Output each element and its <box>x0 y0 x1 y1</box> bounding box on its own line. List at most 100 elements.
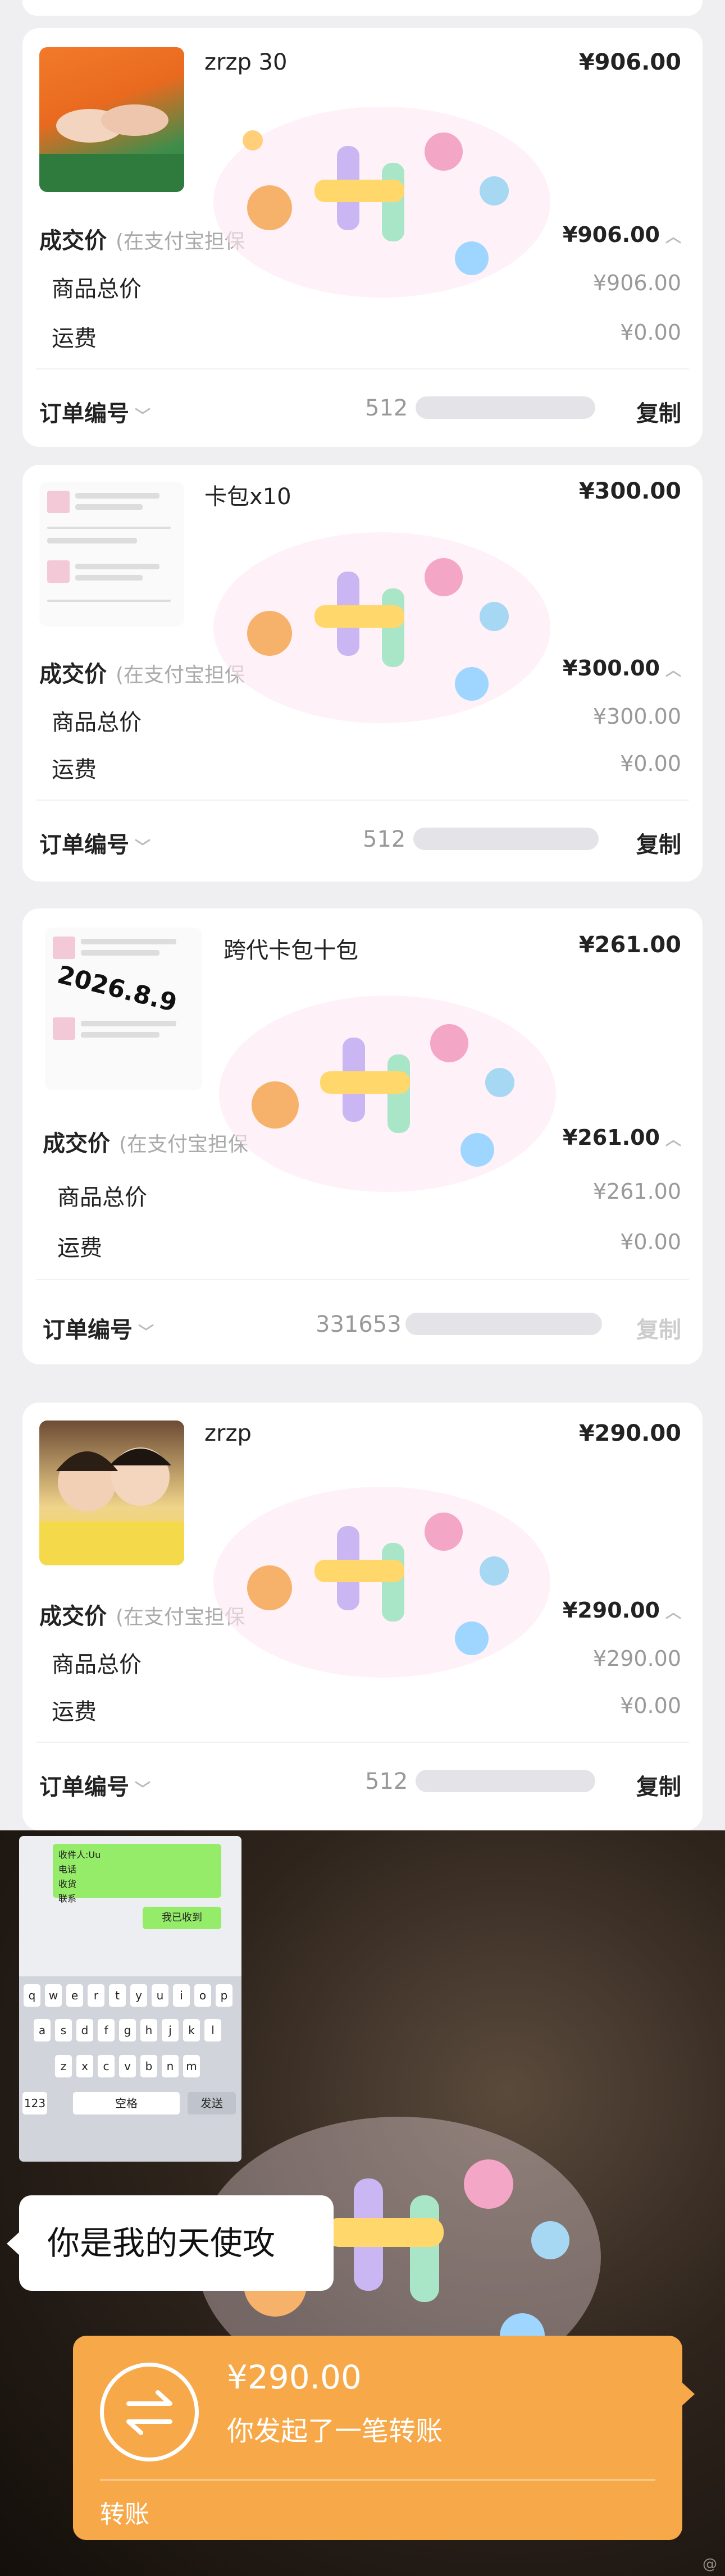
key-t[interactable]: t <box>109 1984 126 2007</box>
order-number-label[interactable]: 订单编号 ﹀ <box>39 1769 151 1801</box>
chevron-down-icon: ﹀ <box>135 1780 151 1798</box>
order-card: 2026.8.9 跨代卡包十包 ¥261.00 成交价 (在支付宝担保 ¥261.… <box>22 908 703 1364</box>
product-thumbnail[interactable] <box>39 1421 184 1565</box>
key-i[interactable]: i <box>173 1984 190 2007</box>
key-u[interactable]: u <box>152 1984 168 2007</box>
key-m[interactable]: m <box>183 2055 200 2077</box>
key-b[interactable]: b <box>140 2055 157 2077</box>
chevron-up-icon: ︿ <box>665 227 681 246</box>
key-f[interactable]: f <box>98 2019 115 2041</box>
key-n[interactable]: n <box>162 2055 179 2077</box>
transfer-label: 转账 <box>100 2500 149 2529</box>
redacted-order-number <box>413 828 599 850</box>
doodle-sticker <box>219 995 556 1192</box>
product-price: ¥906.00 <box>578 49 681 75</box>
chevron-down-icon: ﹀ <box>135 407 151 425</box>
shipping-value: ¥0.00 <box>620 320 681 345</box>
chevron-up-icon: ︿ <box>665 1603 681 1622</box>
redacted-order-number <box>416 396 595 419</box>
order-number-label[interactable]: 订单编号 ﹀ <box>39 395 151 428</box>
shipping-value: ¥0.00 <box>620 1230 681 1254</box>
chevron-up-icon: ︿ <box>665 661 681 679</box>
key-h[interactable]: h <box>140 2019 157 2041</box>
deal-price-value[interactable]: ¥261.00 ︿ <box>563 1125 681 1150</box>
order-card: zrzp 30 ¥906.00 成交价 (在支付宝担保 ¥906.00 ︿ 商品总价… <box>22 28 703 447</box>
key-g[interactable]: g <box>119 2019 136 2041</box>
deal-price-value[interactable]: ¥300.00 ︿ <box>563 656 681 680</box>
product-thumbnail[interactable]: 2026.8.9 <box>45 928 202 1090</box>
screenshot-collage: zrzp 30 ¥906.00 成交价 (在支付宝担保 ¥906.00 ︿ 商品总价… <box>0 0 725 2576</box>
shipping-label: 运费 <box>52 326 97 351</box>
key-space[interactable]: 空格 <box>73 2092 180 2114</box>
product-price: ¥300.00 <box>578 478 681 504</box>
key-d[interactable]: d <box>76 2019 93 2041</box>
transfer-description: 你发起了一笔转账 <box>227 2415 443 2447</box>
receipt-screenshot-image <box>45 928 202 1090</box>
divider <box>36 800 689 801</box>
key-w[interactable]: w <box>45 1984 62 2007</box>
copy-button[interactable]: 复制 <box>636 1312 681 1344</box>
key-y[interactable]: y <box>130 1984 147 2007</box>
order-number-value: 512 <box>363 826 406 852</box>
key-s[interactable]: s <box>55 2019 72 2041</box>
divider <box>100 2479 655 2481</box>
shipping-label: 运费 <box>57 1235 102 1261</box>
copy-button[interactable]: 复制 <box>636 1769 681 1801</box>
key-z[interactable]: z <box>55 2055 72 2077</box>
doodle-sticker <box>213 1487 550 1678</box>
transfer-arrows-icon <box>100 2363 199 2461</box>
doodle-sticker <box>213 107 550 298</box>
speech-bubble: 你是我的天使攻 <box>7 2195 334 2291</box>
key-123[interactable]: 123 <box>22 2092 47 2114</box>
copy-button[interactable]: 复制 <box>636 395 681 428</box>
key-k[interactable]: k <box>183 2019 200 2041</box>
receipt-screenshot-image <box>39 482 184 627</box>
divider <box>36 368 689 369</box>
key-e[interactable]: e <box>66 1984 83 2007</box>
key-p[interactable]: p <box>216 1984 232 2007</box>
transfer-amount: ¥290.00 <box>227 2358 362 2396</box>
redacted-order-number <box>405 1313 602 1335</box>
two-people-photo <box>39 1447 184 1565</box>
product-title: 卡包x10 <box>204 484 291 510</box>
key-o[interactable]: o <box>194 1984 211 2007</box>
goods-total-value: ¥300.00 <box>592 704 681 729</box>
goods-total-value: ¥906.00 <box>592 271 681 295</box>
product-thumbnail[interactable] <box>39 482 184 627</box>
key-r[interactable]: r <box>88 1984 104 2007</box>
key-q[interactable]: q <box>24 1984 40 2007</box>
order-number-label[interactable]: 订单编号 ﹀ <box>43 1312 154 1344</box>
chevron-down-icon: ﹀ <box>135 838 151 856</box>
shipping-label: 运费 <box>52 757 97 783</box>
key-l[interactable]: l <box>204 2019 221 2041</box>
order-number-label[interactable]: 订单编号 ﹀ <box>39 826 151 859</box>
product-title: 跨代卡包十包 <box>224 938 358 963</box>
wechat-transfer-card[interactable]: ¥290.00 你发起了一笔转账 转账 <box>73 2336 695 2540</box>
key-a[interactable]: a <box>34 2019 51 2041</box>
deal-price-value[interactable]: ¥906.00 ︿ <box>563 222 681 247</box>
divider <box>36 1742 689 1743</box>
order-number-value: 331653 <box>316 1312 402 1337</box>
divider <box>36 1279 689 1280</box>
product-price: ¥290.00 <box>578 1421 681 1446</box>
key-j[interactable]: j <box>162 2019 179 2041</box>
key-x[interactable]: x <box>76 2055 93 2077</box>
hands-image <box>39 104 184 192</box>
product-thumbnail[interactable] <box>39 47 184 192</box>
order-card: zrzp ¥290.00 成交价 (在支付宝担保 ¥290.00 ︿ 商品总价 ¥2… <box>22 1403 703 1830</box>
shipping-value: ¥0.00 <box>620 751 681 776</box>
goods-total-label: 商品总价 <box>52 276 142 302</box>
key-v[interactable]: v <box>119 2055 136 2077</box>
copy-button[interactable]: 复制 <box>636 826 681 859</box>
product-title: zrzp 30 <box>204 49 288 75</box>
product-title: zrzp <box>204 1421 252 1446</box>
chat-bubble-small: 我已收到 <box>143 1907 221 1929</box>
chevron-down-icon: ﹀ <box>138 1323 154 1341</box>
order-card: 卡包x10 ¥300.00 成交价 (在支付宝担保 ¥300.00 ︿ 商品总价 ¥… <box>22 465 703 881</box>
order-number-value: 512 <box>365 1769 408 1794</box>
key-c[interactable]: c <box>98 2055 115 2077</box>
goods-total-label: 商品总价 <box>57 1185 147 1211</box>
shipping-label: 运费 <box>52 1699 97 1725</box>
deal-price-value[interactable]: ¥290.00 ︿ <box>563 1598 681 1623</box>
chat-bubble-address: 收件人:Uu 电话 收货 联系 <box>53 1844 221 1904</box>
